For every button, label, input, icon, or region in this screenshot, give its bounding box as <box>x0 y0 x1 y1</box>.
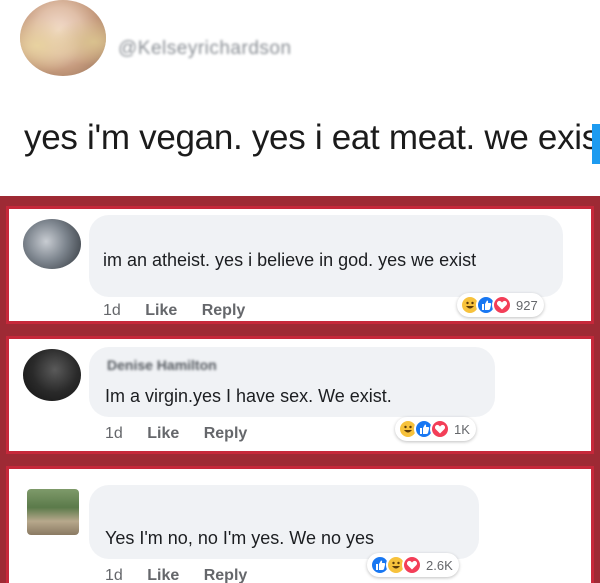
comment-card: Denise Hamilton Im a virgin.yes I have s… <box>6 336 594 454</box>
comment-time: 1d <box>105 567 123 583</box>
reaction-summary[interactable]: 1K <box>395 417 476 441</box>
comment-card: Yes I'm no, no I'm yes. We no yes 1d Lik… <box>6 466 594 583</box>
love-icon <box>492 295 512 315</box>
comment-time: 1d <box>103 302 121 319</box>
tweet-avatar[interactable] <box>20 0 106 76</box>
comment-text: Yes I'm no, no I'm yes. We no yes <box>105 528 374 548</box>
tweet-handle[interactable]: @Kelseyrichardson <box>118 38 292 60</box>
reply-button[interactable]: Reply <box>202 302 246 319</box>
comment-text: im an atheist. yes i believe in god. yes… <box>103 250 477 270</box>
comment-actions: 1d Like Reply <box>105 425 267 443</box>
like-button[interactable]: Like <box>145 302 177 319</box>
comment-time: 1d <box>105 425 123 442</box>
like-button[interactable]: Like <box>147 425 179 442</box>
comment-avatar[interactable] <box>23 349 81 401</box>
reaction-count: 2.6K <box>426 557 453 573</box>
comment-avatar[interactable] <box>27 489 79 535</box>
reaction-count: 1K <box>454 421 470 437</box>
comment-actions: 1d Like Reply <box>103 302 265 320</box>
reply-button[interactable]: Reply <box>204 425 248 442</box>
comment-card: im an atheist. yes i believe in god. yes… <box>6 206 594 324</box>
tweet-card: @Kelseyrichardson yes i'm vegan. yes i e… <box>0 0 600 196</box>
reaction-summary[interactable]: 927 <box>457 293 544 317</box>
like-button[interactable]: Like <box>147 567 179 583</box>
reaction-summary[interactable]: 2.6K <box>367 553 459 577</box>
comment-avatar[interactable] <box>23 219 81 269</box>
comment-actions: 1d Like Reply <box>105 567 267 583</box>
commenter-name[interactable]: Denise Hamilton <box>107 357 217 373</box>
reply-button[interactable]: Reply <box>204 567 248 583</box>
love-icon <box>430 419 450 439</box>
comment-text: Im a virgin.yes I have sex. We exist. <box>105 386 392 406</box>
selection-cursor <box>592 124 600 164</box>
love-icon <box>402 555 422 575</box>
reaction-count: 927 <box>516 297 538 313</box>
tweet-text: yes i'm vegan. yes i eat meat. we exist. <box>24 118 600 157</box>
